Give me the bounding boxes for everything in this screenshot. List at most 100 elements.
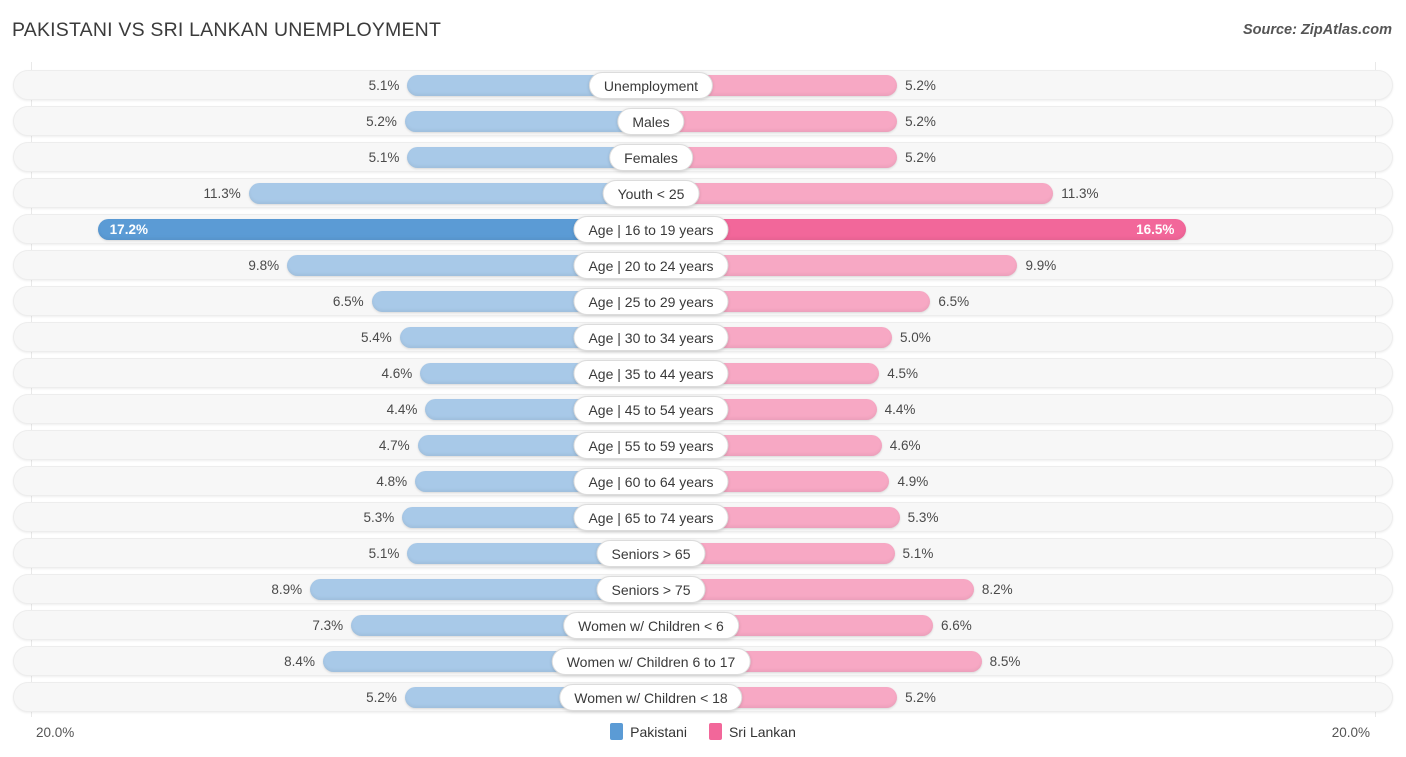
category-label[interactable]: Age | 55 to 59 years <box>573 432 729 459</box>
chart-legend: Pakistani Sri Lankan <box>0 723 1406 740</box>
value-label-sri-lankan: 5.0% <box>900 330 931 345</box>
value-label-pakistani: 4.7% <box>378 438 410 453</box>
value-label-pakistani: 5.3% <box>363 510 395 525</box>
category-label[interactable]: Women w/ Children 6 to 17 <box>551 648 751 675</box>
table-row[interactable]: 5.1% 5.1% Seniors > 65 <box>13 538 1393 568</box>
legend-swatch-icon <box>610 723 624 740</box>
category-label[interactable]: Males <box>617 108 685 135</box>
row-inner: 8.9% 8.2% Seniors > 75 <box>14 575 1392 603</box>
row-inner: 5.2% 5.2% Women w/ Children < 18 <box>14 683 1392 711</box>
value-label-pakistani: 7.3% <box>312 618 344 633</box>
value-label-sri-lankan: 8.2% <box>981 582 1013 597</box>
value-label-pakistani: 11.3% <box>203 186 241 201</box>
category-label[interactable]: Age | 16 to 19 years <box>573 216 729 243</box>
value-label-sri-lankan: 5.2% <box>905 150 936 165</box>
value-label-pakistani: 4.8% <box>376 474 408 489</box>
category-label[interactable]: Women w/ Children < 6 <box>563 612 739 639</box>
bar-sri-lankan[interactable] <box>651 183 1054 204</box>
table-row[interactable]: 5.2% 5.2% Women w/ Children < 18 <box>13 682 1393 712</box>
row-inner: 5.1% 5.1% Seniors > 65 <box>14 539 1392 567</box>
table-row[interactable]: 4.8% 4.9% Age | 60 to 64 years <box>13 466 1393 496</box>
value-label-sri-lankan: 4.6% <box>889 438 921 453</box>
value-label-pakistani: 8.4% <box>284 654 315 669</box>
row-inner: 4.4% 4.4% Age | 45 to 54 years <box>14 395 1392 423</box>
legend-item[interactable]: Sri Lankan <box>708 723 796 740</box>
value-label-sri-lankan: 4.5% <box>887 366 918 381</box>
value-label-pakistani: 5.1% <box>368 150 400 165</box>
row-inner: 8.4% 8.5% Women w/ Children 6 to 17 <box>14 647 1392 675</box>
value-label-pakistani: 5.4% <box>360 330 392 345</box>
value-label-sri-lankan: 6.5% <box>938 294 970 309</box>
value-label-pakistani: 5.1% <box>368 78 400 93</box>
value-label-pakistani: 8.9% <box>271 582 303 597</box>
table-row[interactable]: 4.7% 4.6% Age | 55 to 59 years <box>13 430 1393 460</box>
category-label[interactable]: Age | 60 to 64 years <box>573 468 729 495</box>
category-label[interactable]: Youth < 25 <box>602 180 700 207</box>
row-inner: 5.3% 5.3% Age | 65 to 74 years <box>14 503 1392 531</box>
category-label[interactable]: Women w/ Children < 18 <box>559 684 743 711</box>
value-label-sri-lankan: 6.6% <box>940 618 972 633</box>
legend-label: Sri Lankan <box>728 723 796 740</box>
value-label-sri-lankan: 4.9% <box>897 474 929 489</box>
value-label-pakistani: 5.2% <box>366 690 397 705</box>
table-row[interactable]: 5.3% 5.3% Age | 65 to 74 years <box>13 502 1393 532</box>
row-inner: 5.2% 5.2% Males <box>14 107 1392 135</box>
category-label[interactable]: Females <box>609 144 693 171</box>
bar-sri-lankan[interactable] <box>651 111 898 132</box>
value-label-pakistani: 4.6% <box>381 366 413 381</box>
category-label[interactable]: Age | 45 to 54 years <box>573 396 729 423</box>
value-label-pakistani: 17.2% <box>109 222 148 237</box>
row-inner: 9.8% 9.9% Age | 20 to 24 years <box>14 251 1392 279</box>
row-inner: 4.7% 4.6% Age | 55 to 59 years <box>14 431 1392 459</box>
category-label[interactable]: Age | 20 to 24 years <box>573 252 729 279</box>
table-row[interactable]: 5.2% 5.2% Males <box>13 106 1393 136</box>
category-label[interactable]: Age | 30 to 34 years <box>573 324 729 351</box>
category-label[interactable]: Seniors > 75 <box>596 576 706 603</box>
bar-pakistani[interactable] <box>404 111 651 132</box>
table-row[interactable]: 5.1% 5.2% Unemployment <box>13 70 1393 100</box>
value-label-sri-lankan: 5.2% <box>905 114 936 129</box>
category-label[interactable]: Age | 35 to 44 years <box>573 360 729 387</box>
value-label-sri-lankan: 8.5% <box>989 654 1021 669</box>
value-label-pakistani: 5.2% <box>366 114 397 129</box>
table-row[interactable]: 8.9% 8.2% Seniors > 75 <box>13 574 1393 604</box>
bar-pakistani[interactable] <box>248 183 651 204</box>
source-attribution: Source: ZipAtlas.com <box>1242 22 1392 38</box>
category-label[interactable]: Age | 25 to 29 years <box>573 288 729 315</box>
row-inner: 17.2% 16.5% Age | 16 to 19 years <box>14 215 1392 243</box>
page-title: PAKISTANI VS SRI LANKAN UNEMPLOYMENT <box>12 19 442 41</box>
chart-footer: 20.0% 20.0% Pakistani Sri Lankan <box>0 717 1406 757</box>
category-label[interactable]: Age | 65 to 74 years <box>573 504 729 531</box>
value-label-sri-lankan: 9.9% <box>1025 258 1057 273</box>
table-row[interactable]: 5.1% 5.2% Females <box>13 142 1393 172</box>
table-row[interactable]: 7.3% 6.6% Women w/ Children < 6 <box>13 610 1393 640</box>
value-label-pakistani: 6.5% <box>332 294 364 309</box>
row-inner: 5.4% 5.0% Age | 30 to 34 years <box>14 323 1392 351</box>
row-inner: 5.1% 5.2% Females <box>14 143 1392 171</box>
legend-swatch-icon <box>708 723 722 740</box>
row-inner: 5.1% 5.2% Unemployment <box>14 71 1392 99</box>
table-row[interactable]: 9.8% 9.9% Age | 20 to 24 years <box>13 250 1393 280</box>
category-label[interactable]: Unemployment <box>588 72 714 99</box>
chart-plot-area: 5.1% 5.2% Unemployment 5.2% 5.2% Males 5.1% 5.2… <box>0 62 1406 717</box>
value-label-sri-lankan: 5.2% <box>905 690 936 705</box>
value-label-pakistani: 5.1% <box>368 546 400 561</box>
table-row[interactable]: 4.4% 4.4% Age | 45 to 54 years <box>13 394 1393 424</box>
table-row[interactable]: 11.3% 11.3% Youth < 25 <box>13 178 1393 208</box>
value-label-pakistani: 9.8% <box>248 258 280 273</box>
chart-header: PAKISTANI VS SRI LANKAN UNEMPLOYMENT Sou… <box>0 0 1406 62</box>
category-label[interactable]: Seniors > 65 <box>596 540 706 567</box>
table-row[interactable]: 8.4% 8.5% Women w/ Children 6 to 17 <box>13 646 1393 676</box>
legend-item[interactable]: Pakistani <box>610 723 687 740</box>
row-inner: 6.5% 6.5% Age | 25 to 29 years <box>14 287 1392 315</box>
table-row[interactable]: 6.5% 6.5% Age | 25 to 29 years <box>13 286 1393 316</box>
value-label-sri-lankan: 5.1% <box>902 546 934 561</box>
value-label-sri-lankan: 5.3% <box>907 510 939 525</box>
table-row[interactable]: 4.6% 4.5% Age | 35 to 44 years <box>13 358 1393 388</box>
value-label-sri-lankan: 5.2% <box>905 78 936 93</box>
row-inner: 4.8% 4.9% Age | 60 to 64 years <box>14 467 1392 495</box>
table-row[interactable]: 5.4% 5.0% Age | 30 to 34 years <box>13 322 1393 352</box>
table-row[interactable]: 17.2% 16.5% Age | 16 to 19 years <box>13 214 1393 244</box>
legend-label: Pakistani <box>630 723 687 740</box>
row-inner: 7.3% 6.6% Women w/ Children < 6 <box>14 611 1392 639</box>
